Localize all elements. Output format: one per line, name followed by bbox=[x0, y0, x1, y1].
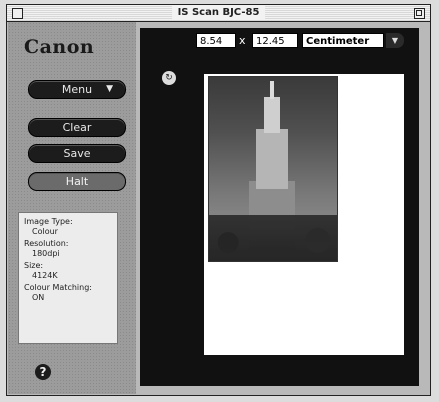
tower-top bbox=[264, 97, 280, 133]
scan-preview-area: 8.54 x 12.45 Centimeter ▼ ↻ bbox=[140, 28, 419, 386]
tower-spire bbox=[270, 81, 274, 99]
scanned-photo[interactable] bbox=[208, 76, 338, 262]
resolution-value: 180dpi bbox=[32, 249, 60, 258]
tower-body bbox=[256, 129, 288, 189]
brand-logo: Canon bbox=[24, 36, 95, 58]
control-panel: Canon Menu ▼ Clear Save Halt Image Type:… bbox=[8, 22, 136, 394]
height-field[interactable]: 12.45 bbox=[252, 33, 298, 48]
close-box[interactable] bbox=[12, 8, 23, 19]
chevron-down-icon: ▼ bbox=[106, 84, 113, 94]
colour-matching-label: Colour Matching: bbox=[24, 283, 92, 292]
save-button[interactable]: Save bbox=[28, 144, 126, 163]
width-field[interactable]: 8.54 bbox=[196, 33, 236, 48]
menu-button-label: Menu bbox=[61, 83, 93, 96]
scan-page[interactable] bbox=[204, 74, 404, 355]
window-title: IS Scan BJC-85 bbox=[171, 6, 266, 20]
halt-button[interactable]: Halt bbox=[28, 172, 126, 191]
menu-button[interactable]: Menu ▼ bbox=[28, 80, 126, 99]
size-value: 4124K bbox=[32, 271, 58, 280]
chevron-down-icon[interactable]: ▼ bbox=[386, 33, 404, 48]
unit-select[interactable]: Centimeter bbox=[302, 33, 384, 48]
resolution-label: Resolution: bbox=[24, 239, 69, 248]
trees-foreground bbox=[209, 215, 337, 261]
image-type-value: Colour bbox=[32, 227, 58, 236]
image-type-label: Image Type: bbox=[24, 217, 73, 226]
image-info-panel: Image Type: Colour Resolution: 180dpi Si… bbox=[18, 212, 118, 344]
scanner-window: IS Scan BJC-85 Canon Menu ▼ Clear Save H… bbox=[6, 4, 431, 396]
zoom-box[interactable] bbox=[414, 8, 425, 19]
colour-matching-value: ON bbox=[32, 293, 45, 302]
rotate-icon[interactable]: ↻ bbox=[162, 71, 176, 85]
size-label: Size: bbox=[24, 261, 44, 270]
title-bar[interactable]: IS Scan BJC-85 bbox=[7, 5, 430, 22]
clear-button[interactable]: Clear bbox=[28, 118, 126, 137]
help-icon[interactable]: ? bbox=[35, 364, 51, 380]
dimension-separator: x bbox=[239, 34, 246, 47]
